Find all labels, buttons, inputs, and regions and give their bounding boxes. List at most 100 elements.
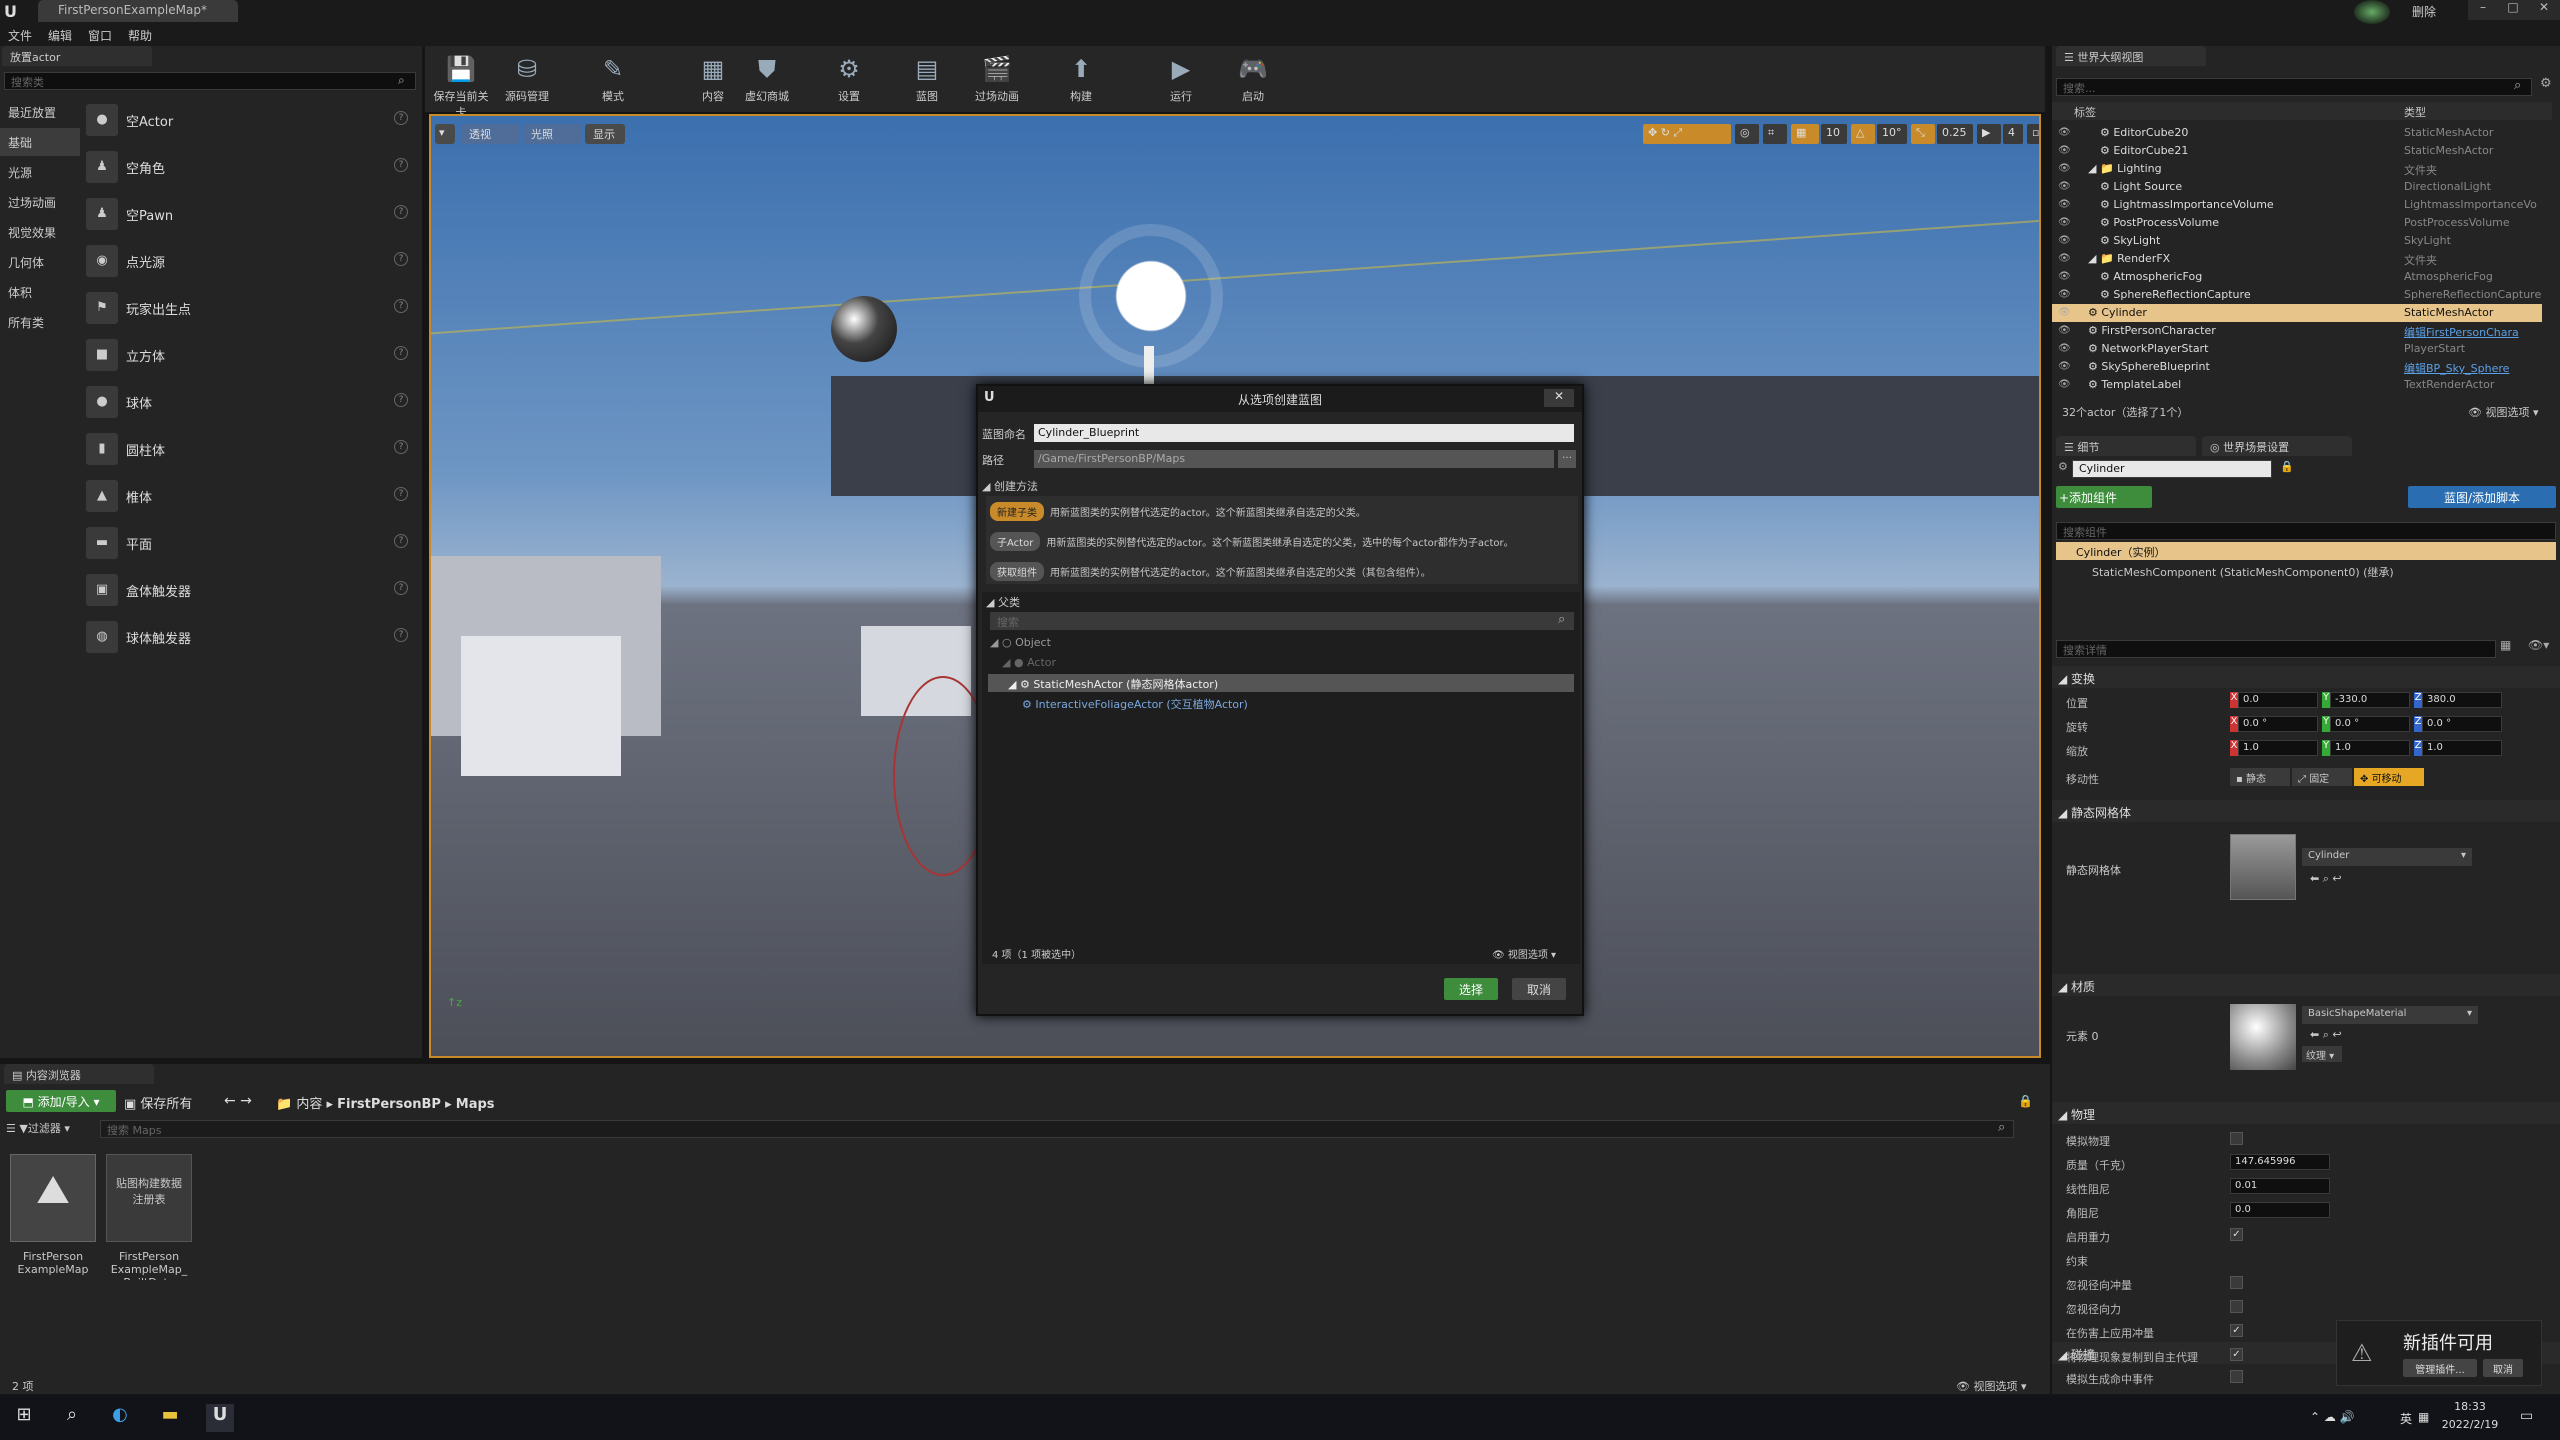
location-z-input[interactable]: 380.0 <box>2422 692 2502 708</box>
visibility-eye-icon[interactable]: 👁 <box>2058 361 2071 372</box>
help-icon[interactable]: ? <box>394 487 408 501</box>
camera-speed-icon[interactable]: ▶ <box>1977 124 2001 144</box>
visibility-eye-icon[interactable]: 👁 <box>2058 127 2071 138</box>
actor-item[interactable]: ■ 立方体? <box>82 333 414 377</box>
outliner-view-options[interactable]: 👁 视图选项 ▾ <box>2468 404 2539 420</box>
rotation-z-input[interactable]: 0.0 ° <box>2422 716 2502 732</box>
actor-item[interactable]: ● 空Actor? <box>82 98 414 142</box>
perspective-button[interactable]: 透视 <box>461 124 519 144</box>
mobility-static[interactable]: ▪ 静态 <box>2230 768 2290 786</box>
unreal-taskbar-icon[interactable]: U <box>206 1404 234 1432</box>
reflection-sphere-icon[interactable] <box>831 296 897 362</box>
component-root-row[interactable]: Cylinder（实例） <box>2056 542 2556 560</box>
toolbar-button[interactable]: 🎬 过场动画 <box>965 52 1029 110</box>
toolbar-button[interactable]: ✎ 模式 <box>581 52 645 110</box>
surface-snap-icon[interactable]: ⌗ <box>1763 124 1787 144</box>
source-control-status-icon[interactable] <box>2354 0 2390 24</box>
visibility-eye-icon[interactable]: 👁 <box>2058 217 2071 228</box>
filters-button[interactable]: ☰ ▼过滤器 ▾ <box>6 1120 70 1136</box>
world-settings-tab[interactable]: ◎ 世界场景设置 <box>2202 436 2352 456</box>
start-icon[interactable]: ⊞ <box>10 1404 38 1432</box>
material-use-browse-icons[interactable]: ⬅ ⌕ ↩ <box>2310 1028 2342 1042</box>
actor-item[interactable]: ▲ 椎体? <box>82 474 414 518</box>
crumb-content[interactable]: 内容 <box>296 1097 322 1112</box>
maximize-viewport-icon[interactable]: ▫ <box>2027 124 2039 144</box>
actor-item[interactable]: ◍ 球体触发器? <box>82 615 414 659</box>
mobility-movable[interactable]: ✥ 可移动 <box>2354 768 2424 786</box>
details-search[interactable]: 搜索详情 <box>2056 640 2496 658</box>
physics-checkbox[interactable] <box>2230 1276 2243 1289</box>
outliner-row[interactable]: 👁 ⚙ SphereReflectionCapture SphereReflecti… <box>2052 286 2542 304</box>
content-search[interactable]: 搜索 Maps <box>100 1120 2014 1138</box>
category-item[interactable]: 体积 <box>0 278 80 306</box>
crumb-maps[interactable]: Maps <box>456 1097 495 1112</box>
tree-staticmeshactor[interactable]: ◢ ⚙ StaticMeshActor (静态网格体actor) <box>988 674 1574 692</box>
builtdata-thumbnail[interactable]: 贴图构建数据注册表 <box>106 1154 192 1242</box>
clock-date[interactable]: 2022/2/19 <box>2434 1418 2506 1431</box>
location-y-input[interactable]: -330.0 <box>2330 692 2410 708</box>
menu-help[interactable]: 帮助 <box>120 24 160 47</box>
top-right-label[interactable]: 删除 <box>2412 3 2436 20</box>
help-icon[interactable]: ? <box>394 346 408 360</box>
help-icon[interactable]: ? <box>394 252 408 266</box>
category-item[interactable]: 几何体 <box>0 248 80 276</box>
path-browse-button[interactable]: … <box>1558 450 1576 468</box>
scale-x-input[interactable]: 1.0 <box>2238 740 2318 756</box>
tray-icons[interactable]: ⌃ ☁ 🔊 <box>2310 1410 2355 1424</box>
notification-icon[interactable]: ▭ <box>2520 1408 2533 1424</box>
method-row[interactable]: 新建子类 用新蓝图类的实例替代选定的actor。这个新蓝图类继承自选定的父类。 <box>990 502 1570 521</box>
cylinder-thumbnail-icon[interactable] <box>2230 834 2296 900</box>
lock-icon[interactable]: 🔒 <box>2280 460 2294 473</box>
maximize-button[interactable]: □ <box>2498 0 2528 20</box>
minimize-button[interactable]: – <box>2468 0 2498 20</box>
world-local-icon[interactable]: ◎ <box>1735 124 1759 144</box>
help-icon[interactable]: ? <box>394 299 408 313</box>
mobility-stationary[interactable]: ⤢ 固定 <box>2292 768 2352 786</box>
category-item[interactable]: 基础 <box>0 128 80 156</box>
outliner-row[interactable]: 👁 ⚙ EditorCube21 StaticMeshActor <box>2052 142 2542 160</box>
visibility-eye-icon[interactable]: 👁 <box>2058 343 2071 354</box>
visibility-eye-icon[interactable]: 👁 <box>2058 325 2071 336</box>
outliner-tab[interactable]: ☰ 世界大纲视图 <box>2056 46 2206 66</box>
location-x-input[interactable]: 0.0 <box>2238 692 2318 708</box>
place-actor-tab[interactable]: 放置actor <box>2 46 152 66</box>
visibility-eye-icon[interactable]: 👁 <box>2058 145 2071 156</box>
help-icon[interactable]: ? <box>394 581 408 595</box>
tree-actor[interactable]: ◢ ● Actor <box>1002 656 1056 669</box>
content-view-options[interactable]: 👁 视图选项 ▾ <box>1956 1378 2027 1394</box>
rotation-snap-value[interactable]: 10° <box>1877 124 1907 144</box>
outliner-settings-icon[interactable]: ⚙ <box>2540 76 2552 91</box>
visibility-eye-icon[interactable]: 👁 <box>2058 253 2071 264</box>
actor-item[interactable]: ▬ 平面? <box>82 521 414 565</box>
rotation-y-input[interactable]: 0.0 ° <box>2330 716 2410 732</box>
actor-item[interactable]: ♟ 空Pawn? <box>82 192 414 236</box>
visibility-eye-icon[interactable]: 👁 <box>2058 181 2071 192</box>
method-pill[interactable]: 子Actor <box>990 532 1041 551</box>
method-row[interactable]: 子Actor 用新蓝图类的实例替代选定的actor。这个新蓝图类继承自选定的父类，… <box>990 532 1570 551</box>
place-actor-search[interactable]: 搜索类 <box>4 72 416 90</box>
menu-window[interactable]: 窗口 <box>80 24 120 47</box>
category-item[interactable]: 所有类 <box>0 308 80 336</box>
col-label[interactable]: 标签 <box>2074 104 2096 120</box>
toolbar-button[interactable]: ⛁ 源码管理 <box>495 52 559 110</box>
ime-indicator[interactable]: 英 <box>2400 1410 2412 1427</box>
toolbar-button[interactable]: ⚙ 设置 <box>817 52 881 110</box>
physics-checkbox[interactable]: ✓ <box>2230 1324 2243 1337</box>
physics-checkbox[interactable]: ✓ <box>2230 1228 2243 1241</box>
save-all-button[interactable]: ▣ 保存所有 <box>124 1093 192 1112</box>
outliner-row[interactable]: 👁 ⚙ Cylinder StaticMeshActor <box>2052 304 2542 322</box>
map-asset-thumbnail[interactable]: ⛰ <box>10 1154 96 1242</box>
visibility-eye-icon[interactable]: 👁 <box>2058 379 2071 390</box>
property-matrix-icon[interactable]: ▦ <box>2500 638 2511 652</box>
rotation-x-input[interactable]: 0.0 ° <box>2238 716 2318 732</box>
edge-icon[interactable]: ◐ <box>106 1404 134 1432</box>
toolbar-button[interactable]: ⛊ 虚幻商城 <box>735 52 799 110</box>
help-icon[interactable]: ? <box>394 440 408 454</box>
visibility-eye-icon[interactable]: 👁 <box>2058 289 2071 300</box>
search-icon[interactable]: ⌕ <box>58 1404 86 1432</box>
outliner-row[interactable]: 👁 ⚙ EditorCube20 StaticMeshActor <box>2052 124 2542 142</box>
lock-icon[interactable]: 🔒 <box>2018 1094 2033 1108</box>
help-icon[interactable]: ? <box>394 628 408 642</box>
mesh-use-browse-icons[interactable]: ⬅ ⌕ ↩ <box>2310 872 2342 886</box>
outliner-search[interactable]: 搜索... <box>2056 78 2532 96</box>
